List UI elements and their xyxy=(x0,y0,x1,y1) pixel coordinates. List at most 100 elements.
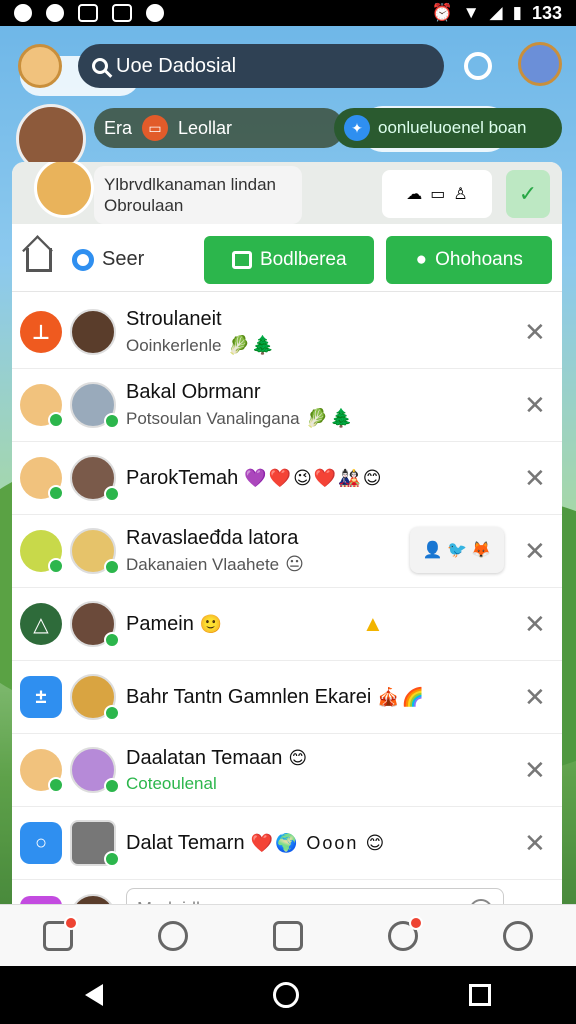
close-icon[interactable]: ✕ xyxy=(524,390,546,421)
item-emoji: 😐 xyxy=(285,554,306,574)
signal-icon: ◢ xyxy=(489,3,503,22)
cloud-icon[interactable]: ☁ xyxy=(406,184,422,204)
card-icon[interactable]: ▭ xyxy=(430,184,445,204)
avatar[interactable] xyxy=(518,42,562,86)
app-icon: ⊥ xyxy=(20,311,62,353)
notification-text: Ylbrvdlkanaman lindan Obroulaan xyxy=(94,166,302,224)
home-icon[interactable] xyxy=(26,247,52,272)
pill-label: Leollar xyxy=(178,117,233,138)
reaction-bubble[interactable]: 👤 🐦 🦊 xyxy=(410,527,504,573)
list-item[interactable]: ParokTemah 💜❤️😉❤️🎎😊 ✕ xyxy=(12,442,562,515)
bell-icon[interactable] xyxy=(157,920,188,951)
notification-actions[interactable]: ☁ ▭ ♙ xyxy=(382,170,492,218)
item-emoji: 🥬🌲 xyxy=(227,335,277,355)
item-name: Bahr Tantn Gamnlen Ekarei xyxy=(126,685,372,708)
top-bar: Uoe Dadosial xyxy=(0,38,576,94)
app-icon: ○ xyxy=(20,822,62,864)
pill-label: oonlueluoenel boan xyxy=(378,118,527,137)
item-emoji: 🎪🌈 xyxy=(377,686,427,707)
tab-bar: Seer Bodlberea ● Ohohoans xyxy=(12,228,562,292)
close-icon[interactable]: ✕ xyxy=(524,463,546,494)
edit-icon[interactable] xyxy=(272,920,303,951)
clock: 133 xyxy=(531,2,562,23)
item-name: Ravaslaeđda latora xyxy=(126,527,299,549)
item-sub: Coteoulenal xyxy=(126,773,217,793)
profile-icon[interactable] xyxy=(503,920,534,951)
item-emoji: 💜❤️😉❤️🎎😊 xyxy=(244,467,384,488)
accept-button[interactable]: ✓ xyxy=(506,170,550,218)
tab-seer[interactable]: Seer xyxy=(102,248,144,271)
search-text: Uoe Dadosial xyxy=(116,54,237,77)
pill-link[interactable]: ✦ oonlueluoenel boan xyxy=(334,108,562,148)
chat-icon[interactable] xyxy=(464,52,492,80)
online-badge xyxy=(104,632,120,648)
app-icon xyxy=(14,4,32,22)
friends-panel: Ylbrvdlkanaman lindan Obroulaan ☁ ▭ ♙ ✓ … xyxy=(12,162,562,962)
online-badge xyxy=(104,559,120,575)
tab-button-2[interactable]: ● Ohohoans xyxy=(386,235,553,284)
home-button-icon[interactable] xyxy=(273,982,299,1008)
close-icon[interactable]: ✕ xyxy=(524,828,546,859)
pill-prefix: Era xyxy=(104,117,133,138)
user-icon[interactable]: ♙ xyxy=(453,184,467,204)
online-badge xyxy=(104,705,120,721)
person-icon: ● xyxy=(415,248,428,270)
item-emoji: 🥬🌲 xyxy=(305,408,355,428)
tab-button-2-label: Ohohoans xyxy=(435,248,523,270)
item-name: Stroulaneit xyxy=(126,308,222,330)
item-name: Pamein xyxy=(126,612,194,635)
item-name: Bakal Obrmanr xyxy=(126,381,261,403)
pill-leollar[interactable]: Era ▭ Leollar xyxy=(94,108,344,148)
avatar xyxy=(20,749,64,793)
avatar[interactable] xyxy=(34,162,94,218)
seer-icon xyxy=(72,248,94,271)
online-badge xyxy=(104,851,120,867)
list-item[interactable]: ⊥ Stroulaneit Ooinkerlenle 🥬🌲 ✕ xyxy=(12,296,562,369)
image-icon xyxy=(78,4,98,22)
list-item[interactable]: Daalatan Temaan 😊 Coteoulenal ✕ xyxy=(12,734,562,807)
list-item[interactable]: ○ Dalat Temarn ❤️🌍 Ooon 😊 ✕ xyxy=(12,807,562,880)
item-name: ParokTemah xyxy=(126,466,239,489)
item-emoji: 😊 xyxy=(288,747,310,768)
list-item[interactable]: Ravaslaeđda latora Dakanaien Vlaahete 😐 👤… xyxy=(12,515,562,588)
quick-bar: Era ▭ Leollar ✦ oonlueluoenel boan xyxy=(94,108,562,148)
app-icon xyxy=(46,4,64,22)
wifi-icon: ▼ xyxy=(462,3,480,22)
online-badge xyxy=(104,778,120,794)
app-icon: ± xyxy=(20,676,62,718)
friend-list: ⊥ Stroulaneit Ooinkerlenle 🥬🌲 ✕ Bakal Obr… xyxy=(12,296,562,953)
item-sub: Potsoulan Vanalingana xyxy=(126,409,300,428)
item-sub: Dakanaien Vlaahete xyxy=(126,555,280,574)
close-icon[interactable]: ✕ xyxy=(524,609,546,640)
item-name: Dalat Temarn xyxy=(126,831,245,854)
online-badge xyxy=(104,486,120,502)
app-icon: △ xyxy=(20,603,62,645)
close-icon[interactable]: ✕ xyxy=(524,755,546,786)
avatar xyxy=(20,457,64,501)
star-icon: ▲ xyxy=(362,611,384,636)
tab-button-1[interactable]: Bodlberea xyxy=(204,235,375,284)
item-name: Daalatan Temaan xyxy=(126,746,283,769)
avatar xyxy=(20,530,64,574)
home-icon[interactable] xyxy=(42,915,78,951)
avatar[interactable] xyxy=(18,44,62,88)
chat-icon[interactable] xyxy=(388,915,424,951)
alarm-icon: ⏰ xyxy=(431,3,453,22)
online-badge xyxy=(104,413,120,429)
list-item[interactable]: △ Pamein 🙂 ▲ ✕ xyxy=(12,588,562,661)
tab-button-1-label: Bodlberea xyxy=(259,248,347,270)
close-icon[interactable]: ✕ xyxy=(524,536,546,567)
system-nav xyxy=(0,966,576,1024)
search-bar[interactable]: Uoe Dadosial xyxy=(78,44,444,88)
badge-icon: ▭ xyxy=(142,115,169,141)
recents-icon[interactable] xyxy=(469,984,491,1006)
avatar xyxy=(20,384,64,428)
list-item[interactable]: ± Bahr Tantn Gamnlen Ekarei 🎪🌈 ✕ xyxy=(12,661,562,734)
bottom-nav xyxy=(0,904,576,966)
compass-icon: ✦ xyxy=(344,115,370,141)
notification-header: Ylbrvdlkanaman lindan Obroulaan ☁ ▭ ♙ ✓ xyxy=(12,162,562,224)
back-icon[interactable] xyxy=(85,984,103,1006)
list-item[interactable]: Bakal Obrmanr Potsoulan Vanalingana 🥬🌲 ✕ xyxy=(12,369,562,442)
close-icon[interactable]: ✕ xyxy=(524,682,546,713)
close-icon[interactable]: ✕ xyxy=(524,317,546,348)
